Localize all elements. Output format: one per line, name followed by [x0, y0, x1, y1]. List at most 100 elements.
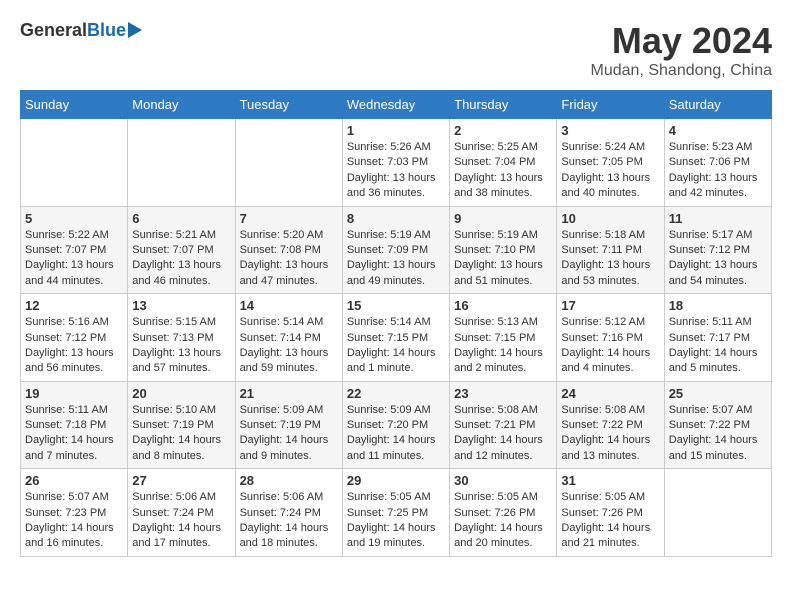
day-info-line: Sunset: 7:03 PM	[347, 156, 428, 168]
day-info-line: Sunrise: 5:14 AM	[347, 316, 431, 328]
calendar-cell: 13Sunrise: 5:15 AMSunset: 7:13 PMDayligh…	[128, 294, 235, 382]
day-info: Sunrise: 5:20 AMSunset: 7:08 PMDaylight:…	[240, 228, 338, 290]
day-info-line: Sunset: 7:05 PM	[561, 156, 642, 168]
day-number: 14	[240, 298, 338, 313]
day-info-line: Sunrise: 5:11 AM	[25, 404, 108, 416]
day-info: Sunrise: 5:18 AMSunset: 7:11 PMDaylight:…	[561, 228, 659, 290]
day-number: 16	[454, 298, 552, 313]
title-block: May 2024 Mudan, Shandong, China	[591, 20, 772, 80]
day-info: Sunrise: 5:19 AMSunset: 7:10 PMDaylight:…	[454, 228, 552, 290]
day-info: Sunrise: 5:25 AMSunset: 7:04 PMDaylight:…	[454, 140, 552, 202]
day-info: Sunrise: 5:08 AMSunset: 7:22 PMDaylight:…	[561, 403, 659, 465]
day-info-line: Sunset: 7:26 PM	[454, 507, 535, 519]
day-info-line: and 49 minutes.	[347, 275, 425, 287]
calendar-week-row: 5 Sunrise: 5:22 AMSunset: 7:07 PMDaylight…	[21, 206, 772, 294]
day-info: Sunrise: 5:12 AMSunset: 7:16 PMDaylight:…	[561, 315, 659, 377]
day-info-line: and 13 minutes.	[561, 450, 639, 462]
day-number: 5	[25, 211, 123, 226]
calendar-cell: 15Sunrise: 5:14 AMSunset: 7:15 PMDayligh…	[342, 294, 449, 382]
calendar-cell: 18Sunrise: 5:11 AMSunset: 7:17 PMDayligh…	[664, 294, 771, 382]
day-number: 28	[240, 473, 338, 488]
calendar-week-row: 26Sunrise: 5:07 AMSunset: 7:23 PMDayligh…	[21, 469, 772, 557]
weekday-header-friday: Friday	[557, 91, 664, 119]
day-info-line: Daylight: 13 hours	[132, 347, 221, 359]
day-number: 29	[347, 473, 445, 488]
calendar-cell	[21, 119, 128, 207]
logo-arrow-icon	[128, 22, 142, 38]
day-info: Sunrise: 5:23 AMSunset: 7:06 PMDaylight:…	[669, 140, 767, 202]
day-info-line: Sunrise: 5:07 AM	[25, 491, 109, 503]
day-info-line: Sunrise: 5:25 AM	[454, 141, 538, 153]
day-number: 22	[347, 386, 445, 401]
day-info-line: Sunset: 7:17 PM	[669, 332, 750, 344]
day-number: 25	[669, 386, 767, 401]
day-info-line: Daylight: 13 hours	[454, 259, 543, 271]
calendar-cell: 22Sunrise: 5:09 AMSunset: 7:20 PMDayligh…	[342, 381, 449, 469]
calendar-cell: 16 Sunrise: 5:13 AMSunset: 7:15 PMDayligh…	[450, 294, 557, 382]
day-info-line: Sunrise: 5:16 AM	[25, 316, 109, 328]
day-info-line: and 59 minutes.	[240, 362, 318, 374]
day-info-line: Sunrise: 5:11 AM	[669, 316, 752, 328]
day-info: Sunrise: 5:13 AMSunset: 7:15 PMDaylight:…	[454, 315, 552, 377]
calendar-cell: 8 Sunrise: 5:19 AMSunset: 7:09 PMDaylight…	[342, 206, 449, 294]
day-info-line: Daylight: 14 hours	[669, 347, 758, 359]
weekday-header-monday: Monday	[128, 91, 235, 119]
day-info-line: Sunrise: 5:13 AM	[454, 316, 538, 328]
calendar-week-row: 1Sunrise: 5:26 AMSunset: 7:03 PMDaylight…	[21, 119, 772, 207]
day-info-line: Daylight: 14 hours	[132, 522, 221, 534]
day-info-line: Sunrise: 5:05 AM	[454, 491, 538, 503]
day-info: Sunrise: 5:10 AMSunset: 7:19 PMDaylight:…	[132, 403, 230, 465]
day-number: 15	[347, 298, 445, 313]
day-info-line: and 19 minutes.	[347, 537, 425, 549]
day-info: Sunrise: 5:11 AM Sunset: 7:17 PM Daylight:…	[669, 315, 767, 377]
day-info-line: Sunrise: 5:21 AM	[132, 229, 216, 241]
day-info: Sunrise: 5:19 AMSunset: 7:09 PMDaylight:…	[347, 228, 445, 290]
logo-general: General	[20, 20, 87, 41]
day-info-line: and 57 minutes.	[132, 362, 210, 374]
calendar-body: 1Sunrise: 5:26 AMSunset: 7:03 PMDaylight…	[21, 119, 772, 557]
day-number: 7	[240, 211, 338, 226]
day-info-line: and 11 minutes.	[347, 450, 424, 462]
day-info-line: Sunrise: 5:05 AM	[347, 491, 431, 503]
day-info: Sunrise: 5:22 AMSunset: 7:07 PMDaylight:…	[25, 228, 123, 290]
day-number: 26	[25, 473, 123, 488]
calendar-cell: 6Sunrise: 5:21 AMSunset: 7:07 PMDaylight…	[128, 206, 235, 294]
day-info-line: and 4 minutes.	[561, 362, 633, 374]
day-info-line: Daylight: 14 hours	[347, 347, 436, 359]
day-number: 19	[25, 386, 123, 401]
calendar-cell: 28Sunrise: 5:06 AMSunset: 7:24 PMDayligh…	[235, 469, 342, 557]
day-info: Sunrise: 5:05 AMSunset: 7:25 PMDaylight:…	[347, 490, 445, 552]
day-number: 30	[454, 473, 552, 488]
day-number: 8	[347, 211, 445, 226]
day-number: 6	[132, 211, 230, 226]
day-info-line: Sunrise: 5:10 AM	[132, 404, 216, 416]
day-info-line: Daylight: 13 hours	[347, 172, 436, 184]
day-info: Sunrise: 5:24 AMSunset: 7:05 PMDaylight:…	[561, 140, 659, 202]
day-info-line: Daylight: 13 hours	[561, 259, 650, 271]
day-info-line: Sunrise: 5:06 AM	[132, 491, 216, 503]
day-info-line: Sunset: 7:13 PM	[132, 332, 213, 344]
calendar-cell: 14 Sunrise: 5:14 AMSunset: 7:14 PMDayligh…	[235, 294, 342, 382]
day-info-line: Daylight: 14 hours	[25, 522, 114, 534]
day-info-line: Sunset: 7:12 PM	[25, 332, 106, 344]
day-info: Sunrise: 5:26 AM Sunset: 7:03 PM Daylight:…	[347, 140, 445, 202]
day-info-line: Daylight: 13 hours	[132, 259, 221, 271]
day-info-line: Sunset: 7:22 PM	[669, 419, 750, 431]
day-info-line: Daylight: 14 hours	[454, 347, 543, 359]
day-info-line: and 51 minutes.	[454, 275, 532, 287]
day-info-line: Sunset: 7:08 PM	[240, 244, 321, 256]
calendar-cell: 31Sunrise: 5:05 AMSunset: 7:26 PMDayligh…	[557, 469, 664, 557]
calendar-cell: 12Sunrise: 5:16 AMSunset: 7:12 PMDayligh…	[21, 294, 128, 382]
day-info-line: Sunrise: 5:05 AM	[561, 491, 645, 503]
day-info-line: Daylight: 14 hours	[347, 434, 436, 446]
day-info-line: Sunrise: 5:26 AM	[347, 141, 431, 153]
day-info-line: Sunrise: 5:08 AM	[561, 404, 645, 416]
calendar-header: SundayMondayTuesdayWednesdayThursdayFrid…	[21, 91, 772, 119]
day-info: Sunrise: 5:14 AMSunset: 7:14 PMDaylight:…	[240, 315, 338, 377]
day-info-line: Daylight: 13 hours	[240, 259, 329, 271]
day-number: 21	[240, 386, 338, 401]
day-info-line: and 42 minutes.	[669, 187, 747, 199]
day-number: 24	[561, 386, 659, 401]
day-info-line: Daylight: 14 hours	[454, 522, 543, 534]
day-number: 2	[454, 123, 552, 138]
